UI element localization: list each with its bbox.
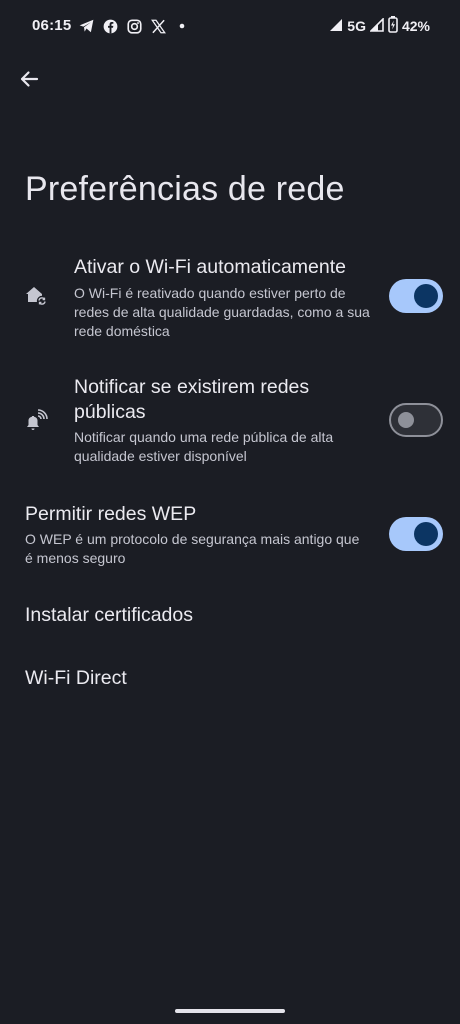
setting-summary: Notificar quando uma rede pública de alt…: [74, 429, 334, 464]
x-icon: [150, 18, 166, 34]
network-type: 5G: [347, 18, 366, 34]
notification-icons: [78, 17, 190, 35]
setting-summary: O WEP é um protocolo de segurança mais a…: [25, 531, 360, 566]
notification-wifi-icon: [24, 408, 48, 432]
wep-toggle[interactable]: [389, 517, 443, 551]
instagram-icon: [126, 18, 142, 34]
wifi-direct-item[interactable]: Wi-Fi Direct: [25, 667, 127, 690]
home-wifi-icon: [24, 283, 48, 307]
setting-title: Permitir redes WEP: [25, 503, 197, 525]
public-networks-toggle[interactable]: [389, 403, 443, 437]
arrow-left-icon: [19, 69, 39, 94]
telegram-icon: [78, 18, 94, 34]
setting-title: Ativar o Wi-Fi automaticamente: [74, 256, 347, 278]
status-bar: 06:15 5G 42%: [0, 0, 460, 52]
toggle-knob: [414, 522, 438, 546]
home-indicator[interactable]: [175, 1009, 285, 1013]
toggle-knob: [398, 412, 414, 428]
battery-icon: [388, 16, 398, 36]
system-status: 5G 42%: [329, 16, 430, 36]
auto-wifi-toggle[interactable]: [389, 279, 443, 313]
facebook-icon: [102, 18, 118, 34]
setting-wep[interactable]: Permitir redes WEP O WEP é um protocolo …: [0, 500, 460, 580]
setting-auto-wifi[interactable]: Ativar o Wi-Fi automaticamente O Wi-Fi é…: [0, 248, 460, 348]
status-time: 06:15: [32, 17, 72, 34]
setting-title: Notificar se existirem redes públicas: [74, 376, 310, 423]
battery-level: 42%: [401, 18, 430, 34]
install-certificates-item[interactable]: Instalar certificados: [25, 604, 193, 627]
page-title: Preferências de rede: [25, 170, 345, 208]
signal-icon-2: [369, 16, 384, 35]
back-button[interactable]: [14, 66, 44, 96]
setting-public-networks[interactable]: Notificar se existirem redes públicas No…: [0, 372, 460, 472]
dot-icon: [174, 18, 190, 34]
toggle-knob: [414, 284, 438, 308]
signal-icon: [329, 18, 343, 35]
setting-summary: O Wi-Fi é reativado quando estiver perto…: [74, 285, 370, 339]
